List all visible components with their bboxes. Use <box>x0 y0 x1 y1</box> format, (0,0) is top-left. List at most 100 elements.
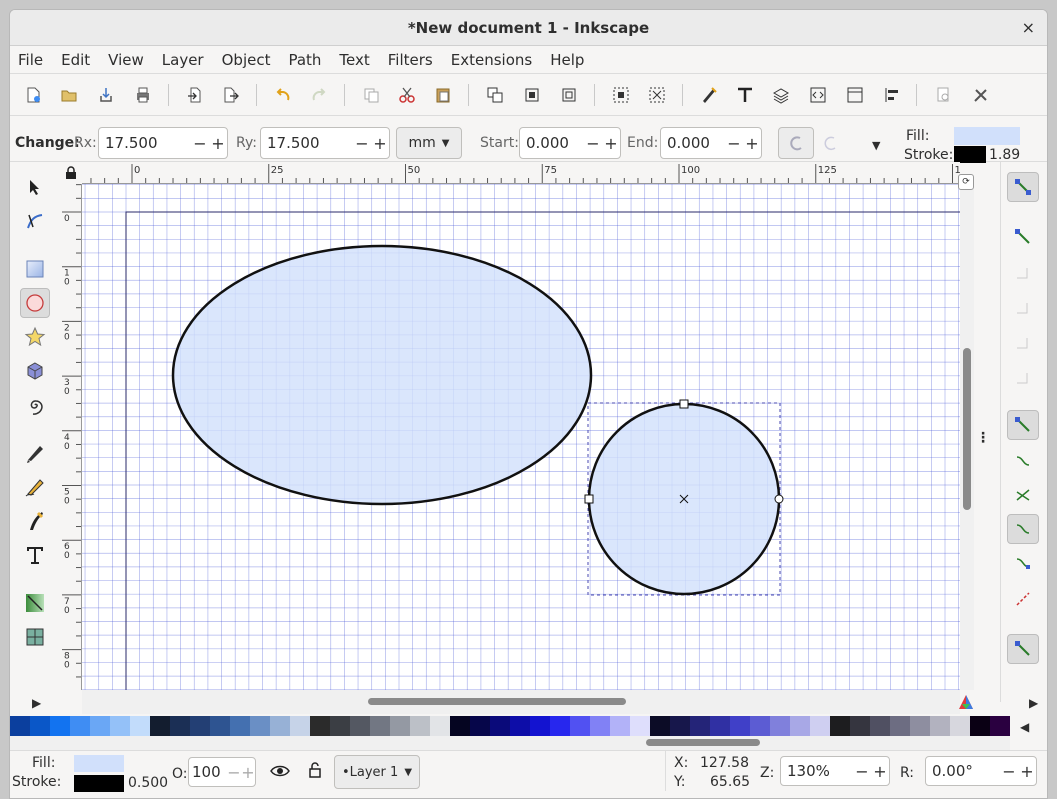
palette-swatch[interactable] <box>890 716 910 736</box>
palette-swatch[interactable] <box>870 716 890 736</box>
menu-extensions[interactable]: Extensions <box>451 51 532 69</box>
print-icon[interactable] <box>132 84 154 106</box>
menu-object[interactable]: Object <box>222 51 271 69</box>
new-document-icon[interactable] <box>22 84 44 106</box>
palette-scrollbar[interactable] <box>10 736 1010 750</box>
start-spinbox[interactable]: 0.000 − + <box>519 127 621 159</box>
zoom-out-button[interactable]: − <box>853 762 871 781</box>
arc-handle[interactable] <box>774 494 784 504</box>
text-font-icon[interactable] <box>734 84 756 106</box>
menu-text[interactable]: Text <box>339 51 369 69</box>
end-value[interactable]: 0.000 <box>661 134 725 152</box>
palette-swatch[interactable] <box>690 716 710 736</box>
menu-help[interactable]: Help <box>550 51 584 69</box>
xml-editor-icon[interactable] <box>807 84 829 106</box>
vertical-scroll-thumb[interactable] <box>963 348 971 510</box>
palette-swatch[interactable] <box>490 716 510 736</box>
start-increment-button[interactable]: + <box>602 134 620 153</box>
palette-swatch[interactable] <box>150 716 170 736</box>
rotation-value[interactable]: 0.00° <box>926 762 1000 780</box>
selector-tool[interactable] <box>20 172 50 202</box>
ry-increment-button[interactable]: + <box>371 134 389 153</box>
snap-bbox-midpoint-button[interactable] <box>1007 327 1039 357</box>
palette-swatch[interactable] <box>650 716 670 736</box>
expand-toolbox-icon[interactable]: ▶ <box>32 696 41 710</box>
unlink-clone-icon[interactable] <box>558 84 580 106</box>
snap-nodes-button[interactable] <box>1007 410 1039 440</box>
ry-spinbox[interactable]: 17.500 − + <box>260 127 390 159</box>
palette-swatch[interactable] <box>630 716 650 736</box>
cut-icon[interactable] <box>396 84 418 106</box>
menu-filters[interactable]: Filters <box>388 51 433 69</box>
layers-icon[interactable] <box>770 84 792 106</box>
save-icon[interactable] <box>95 84 117 106</box>
palette-swatch[interactable] <box>530 716 550 736</box>
opacity-value[interactable]: 100 <box>189 763 227 781</box>
ungroup-icon[interactable] <box>646 84 668 106</box>
palette-swatch[interactable] <box>90 716 110 736</box>
palette-swatch[interactable] <box>290 716 310 736</box>
palette-menu-icon[interactable]: ◀ <box>1020 720 1029 734</box>
palette-swatch[interactable] <box>30 716 50 736</box>
menu-file[interactable]: File <box>18 51 43 69</box>
snap-bbox-edge-button[interactable] <box>1007 257 1039 287</box>
palette-swatch[interactable] <box>510 716 530 736</box>
palette-swatch[interactable] <box>130 716 150 736</box>
palette-swatch[interactable] <box>670 716 690 736</box>
status-fill-swatch[interactable] <box>74 755 124 772</box>
gradient-tool[interactable] <box>20 588 50 618</box>
palette-swatch[interactable] <box>50 716 70 736</box>
palette-swatch[interactable] <box>590 716 610 736</box>
ellipse-shape[interactable] <box>171 244 593 506</box>
rotation-spinbox[interactable]: 0.00° − + <box>925 756 1037 786</box>
palette-swatch[interactable] <box>570 716 590 736</box>
menu-path[interactable]: Path <box>288 51 321 69</box>
palette-swatch[interactable] <box>10 716 30 736</box>
group-icon[interactable] <box>610 84 632 106</box>
palette-swatch[interactable] <box>750 716 770 736</box>
opacity-spinbox[interactable]: 100 − + <box>188 757 256 787</box>
align-distribute-icon[interactable] <box>881 84 903 106</box>
open-folder-icon[interactable] <box>58 84 80 106</box>
palette-swatch[interactable] <box>770 716 790 736</box>
palette-swatch[interactable] <box>970 716 990 736</box>
text-tool[interactable] <box>20 540 50 570</box>
clone-icon[interactable] <box>521 84 543 106</box>
pencil-tool[interactable] <box>20 472 50 502</box>
vertical-scrollbar[interactable] <box>960 184 974 690</box>
snap-midpoints-button[interactable] <box>1007 584 1039 614</box>
palette-swatch[interactable] <box>430 716 450 736</box>
palette-swatch[interactable] <box>230 716 250 736</box>
palette-swatch[interactable] <box>610 716 630 736</box>
snap-bbox-corner-button[interactable] <box>1007 292 1039 322</box>
zoom-in-button[interactable]: + <box>871 762 889 781</box>
status-stroke-swatch[interactable] <box>74 775 124 792</box>
toggle-lock-icon[interactable] <box>308 762 322 782</box>
palette-swatch[interactable] <box>70 716 90 736</box>
redo-icon[interactable] <box>308 84 330 106</box>
zoom-spinbox[interactable]: 130% − + <box>780 756 890 786</box>
snap-bbox-button[interactable] <box>1007 222 1039 252</box>
palette-swatch[interactable] <box>170 716 190 736</box>
end-increment-button[interactable]: + <box>743 134 761 153</box>
opacity-decrement-button[interactable]: − <box>227 763 241 782</box>
palette-swatch[interactable] <box>410 716 430 736</box>
palette-swatch[interactable] <box>950 716 970 736</box>
rotation-increment-button[interactable]: + <box>1018 762 1036 781</box>
palette-swatch[interactable] <box>810 716 830 736</box>
drawing-canvas[interactable] <box>82 184 960 690</box>
palette-swatch[interactable] <box>210 716 230 736</box>
arc-icon[interactable] <box>822 135 838 155</box>
pen-tool[interactable] <box>20 438 50 468</box>
fill-stroke-icon[interactable] <box>698 84 720 106</box>
snap-others-button[interactable] <box>1007 634 1039 664</box>
start-value[interactable]: 0.000 <box>520 134 584 152</box>
document-metadata-icon[interactable] <box>932 84 954 106</box>
fill-swatch[interactable] <box>954 127 1020 145</box>
star-tool[interactable] <box>20 322 50 352</box>
3d-box-tool[interactable] <box>20 356 50 386</box>
export-icon[interactable] <box>220 84 242 106</box>
palette-swatch[interactable] <box>710 716 730 736</box>
palette-swatch[interactable] <box>370 716 390 736</box>
palette-swatch[interactable] <box>310 716 330 736</box>
